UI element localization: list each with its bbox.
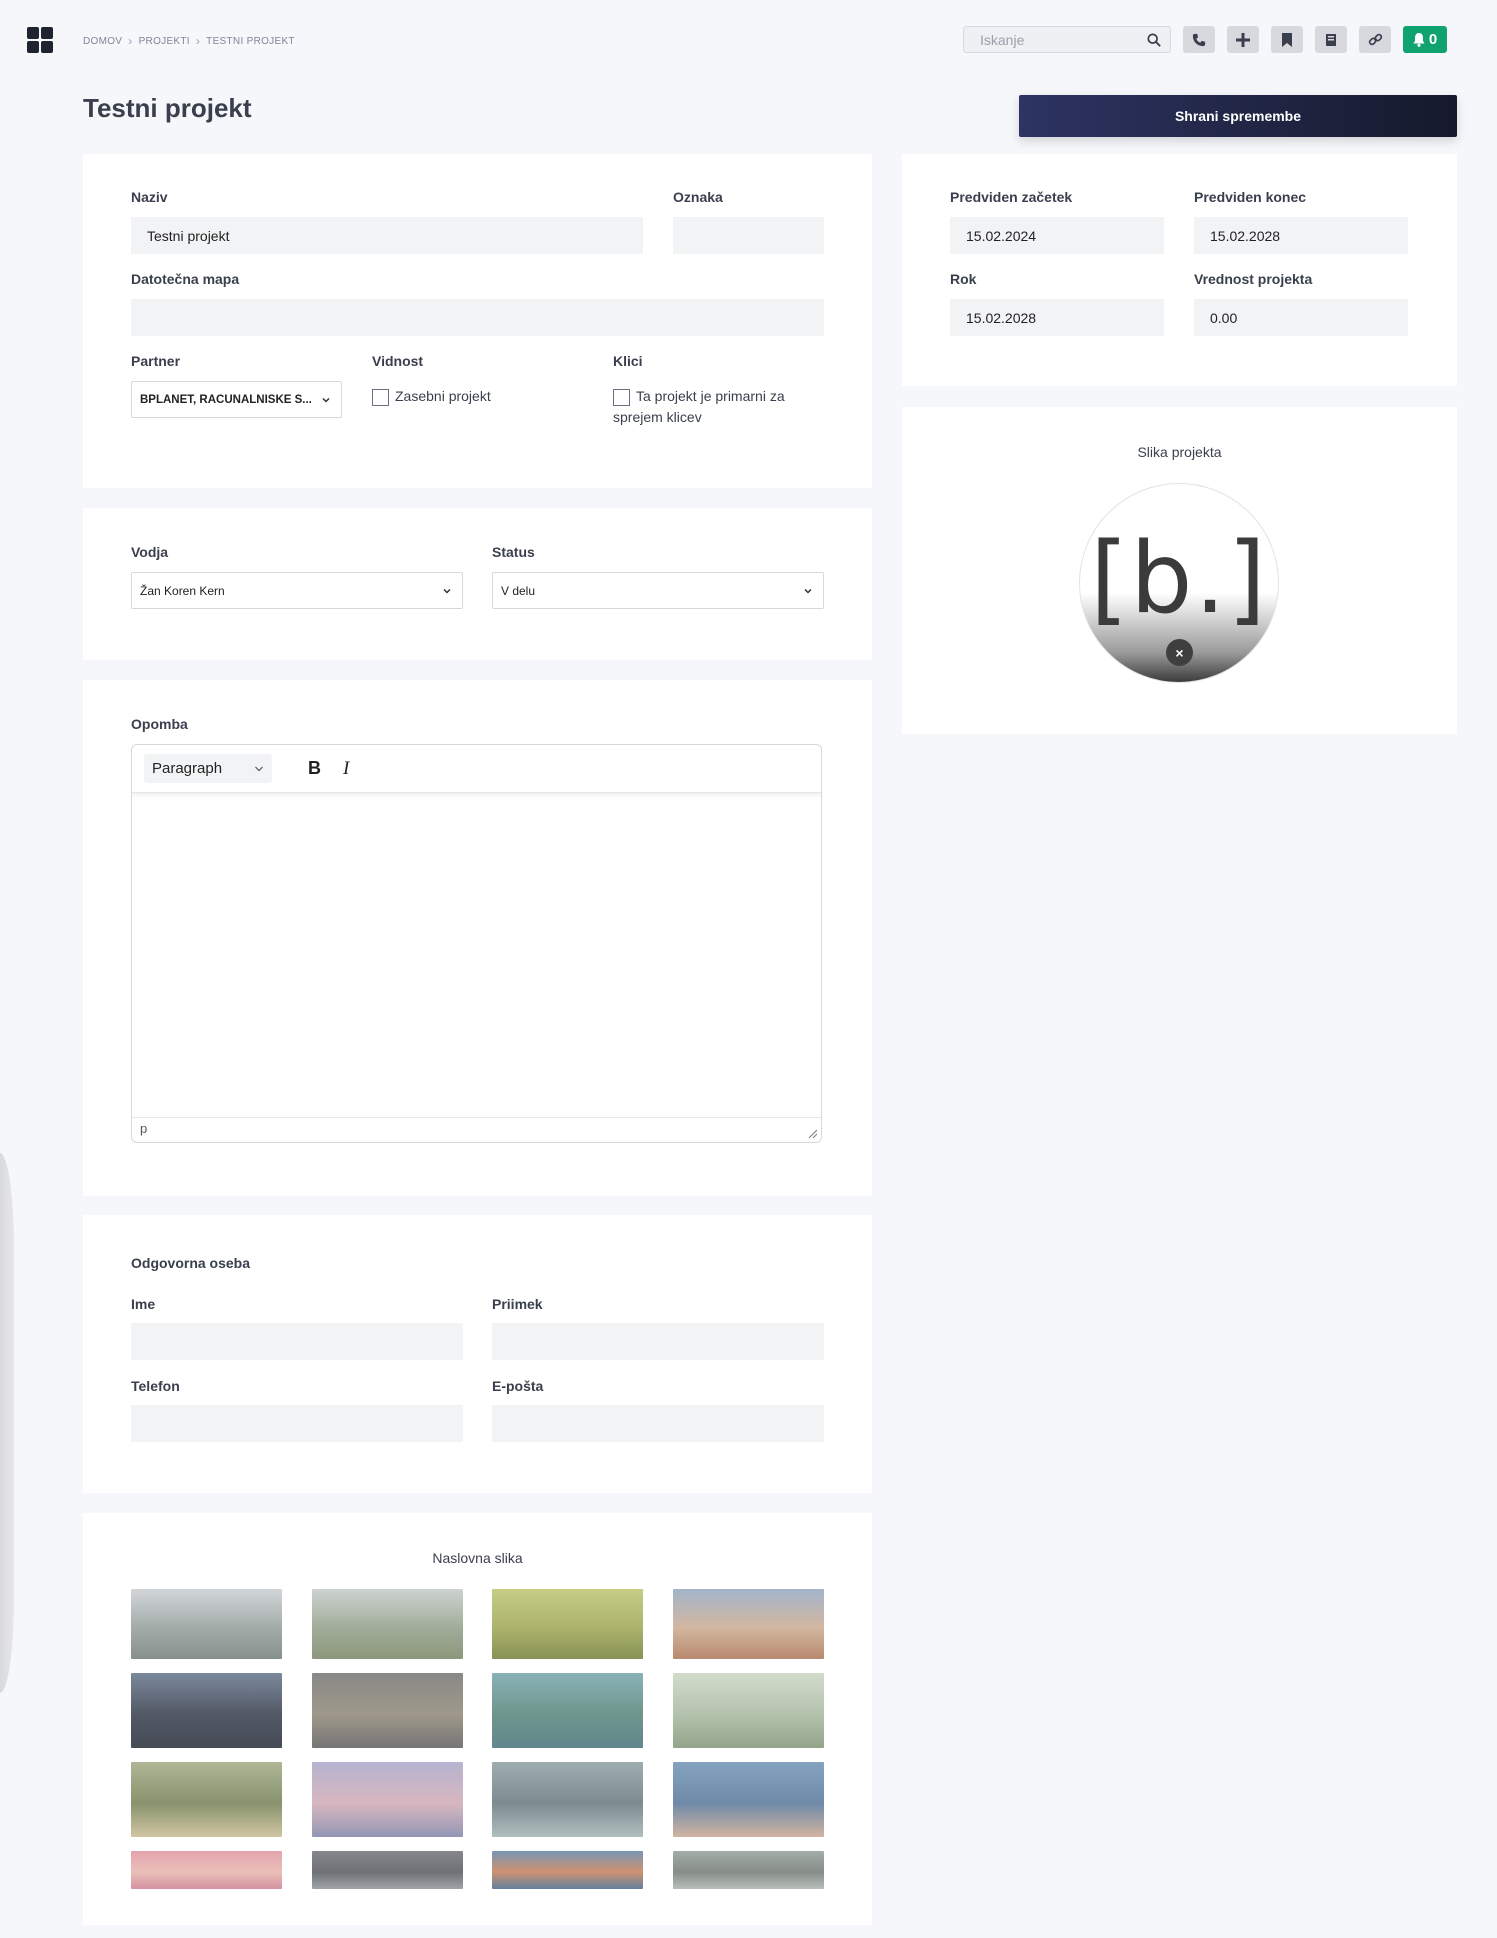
apps-grid-icon[interactable] xyxy=(27,27,53,53)
chevron-right-icon: › xyxy=(195,34,201,48)
ime-label: Ime xyxy=(131,1296,156,1312)
oznaka-label: Oznaka xyxy=(673,189,723,205)
element-path[interactable]: p xyxy=(140,1121,147,1136)
datotecna-mapa-label: Datotečna mapa xyxy=(131,271,240,287)
eposta-input[interactable] xyxy=(492,1405,824,1442)
breadcrumb-home[interactable]: DOMOV xyxy=(83,36,122,47)
thumb-lake-islands[interactable] xyxy=(131,1589,282,1659)
thumb-beetle[interactable] xyxy=(673,1851,824,1889)
predviden-konec-label: Predviden konec xyxy=(1194,189,1307,205)
rok-label: Rok xyxy=(950,271,977,287)
editor-toolbar: Paragraph B I xyxy=(132,745,821,793)
phone-button[interactable] xyxy=(1183,26,1215,53)
link-icon xyxy=(1368,33,1382,46)
predviden-zacetek-input[interactable]: 15.02.2024 xyxy=(950,217,1164,254)
breadcrumb-projects[interactable]: PROJEKTI xyxy=(139,36,190,47)
side-panel-handle[interactable] xyxy=(0,1153,14,1693)
bookmark-button[interactable] xyxy=(1271,26,1303,53)
bell-icon xyxy=(1413,32,1425,47)
vodja-select[interactable]: Žan Koren Kern xyxy=(131,572,463,609)
thumb-green-valley[interactable] xyxy=(312,1589,463,1659)
plus-icon xyxy=(1236,32,1250,47)
oznaka-input[interactable] xyxy=(673,217,824,254)
primary-calls-label: Ta projekt je primarni za sprejem klicev xyxy=(613,388,785,425)
thumb-tree-field[interactable] xyxy=(131,1762,282,1837)
slika-projekta-title: Slika projekta xyxy=(1137,444,1222,460)
thumb-kingfisher[interactable] xyxy=(673,1673,824,1748)
thumb-ocean-waves[interactable] xyxy=(673,1762,824,1837)
naziv-input[interactable]: Testni projekt xyxy=(131,217,643,254)
chevron-down-icon xyxy=(322,397,330,403)
resize-handle-icon[interactable] xyxy=(807,1128,817,1138)
chevron-down-icon xyxy=(443,588,451,594)
block-format-value: Paragraph xyxy=(152,760,223,777)
search-box xyxy=(963,26,1171,53)
status-select[interactable]: V delu xyxy=(492,572,824,609)
search-icon[interactable] xyxy=(1147,33,1161,47)
vodja-label: Vodja xyxy=(131,544,169,560)
priimek-label: Priimek xyxy=(492,1296,543,1312)
datotecna-mapa-input[interactable] xyxy=(131,299,824,336)
vrednost-projekta-input[interactable]: 0.00 xyxy=(1194,299,1408,336)
link-button[interactable] xyxy=(1359,26,1391,53)
thumb-earth-night[interactable] xyxy=(131,1673,282,1748)
status-label: Status xyxy=(492,544,535,560)
thumb-pink-sky[interactable] xyxy=(131,1851,282,1889)
book-button[interactable] xyxy=(1315,26,1347,53)
vrednost-projekta-label: Vrednost projekta xyxy=(1194,271,1313,287)
rok-input[interactable]: 15.02.2028 xyxy=(950,299,1164,336)
status-value: V delu xyxy=(501,583,536,598)
thumb-motorbike[interactable] xyxy=(312,1851,463,1889)
telefon-label: Telefon xyxy=(131,1378,180,1394)
add-button[interactable] xyxy=(1227,26,1259,53)
partner-select[interactable]: BPLANET, RAČUNALNIŠKE S... xyxy=(131,381,342,418)
notifications-button[interactable]: 0 xyxy=(1403,26,1447,53)
save-changes-button[interactable]: Shrani spremembe xyxy=(1019,95,1457,137)
private-project-checkbox[interactable] xyxy=(372,389,389,406)
bookmark-icon xyxy=(1282,32,1292,47)
thumb-castle-sunset[interactable] xyxy=(673,1589,824,1659)
page-title: Testni projekt xyxy=(83,93,252,123)
breadcrumb-current: TESTNI PROJEKT xyxy=(206,35,295,47)
thumb-yellow-flower[interactable] xyxy=(312,1673,463,1748)
thumb-blue-orange[interactable] xyxy=(492,1851,643,1889)
italic-button[interactable]: I xyxy=(343,758,349,780)
block-format-select[interactable]: Paragraph xyxy=(144,754,272,783)
phone-icon xyxy=(1192,33,1206,46)
chevron-down-icon xyxy=(804,588,812,594)
chevron-right-icon: › xyxy=(128,34,133,48)
predviden-zacetek-label: Predviden začetek xyxy=(950,189,1073,205)
partner-value: BPLANET, RAČUNALNIŠKE S... xyxy=(140,393,312,406)
search-input[interactable] xyxy=(964,27,1134,52)
partner-label: Partner xyxy=(131,353,181,369)
bold-button[interactable]: B xyxy=(308,758,321,779)
private-project-label: Zasebni projekt xyxy=(395,388,491,404)
notifications-count: 0 xyxy=(1428,31,1438,48)
remove-image-button[interactable]: × xyxy=(1166,639,1193,666)
naslovna-slika-title: Naslovna slika xyxy=(432,1550,523,1566)
book-icon xyxy=(1326,33,1336,46)
priimek-input[interactable] xyxy=(492,1323,824,1360)
vodja-value: Žan Koren Kern xyxy=(140,583,225,598)
klici-label: Klici xyxy=(613,353,643,369)
predviden-konec-input[interactable]: 15.02.2028 xyxy=(1194,217,1408,254)
rich-text-editor: Paragraph B I p xyxy=(131,744,822,1143)
thumb-bee-leaf[interactable] xyxy=(492,1589,643,1659)
opomba-label: Opomba xyxy=(131,716,188,732)
thumb-city-dusk[interactable] xyxy=(312,1762,463,1837)
eposta-label: E-pošta xyxy=(492,1378,544,1394)
breadcrumb: DOMOV › PROJEKTI › TESTNI PROJEKT xyxy=(83,34,295,48)
telefon-input[interactable] xyxy=(131,1405,463,1442)
thumb-raindrops[interactable] xyxy=(492,1673,643,1748)
thumb-palm-leaves[interactable] xyxy=(492,1762,643,1837)
odgovorna-oseba-title: Odgovorna oseba xyxy=(131,1255,251,1271)
editor-body[interactable] xyxy=(132,793,821,1113)
chevron-down-icon xyxy=(255,766,263,771)
naziv-label: Naziv xyxy=(131,189,168,205)
vidnost-label: Vidnost xyxy=(372,353,424,369)
ime-input[interactable] xyxy=(131,1323,463,1360)
editor-statusbar: p xyxy=(132,1117,821,1142)
project-logo: [b.] xyxy=(1090,522,1268,636)
